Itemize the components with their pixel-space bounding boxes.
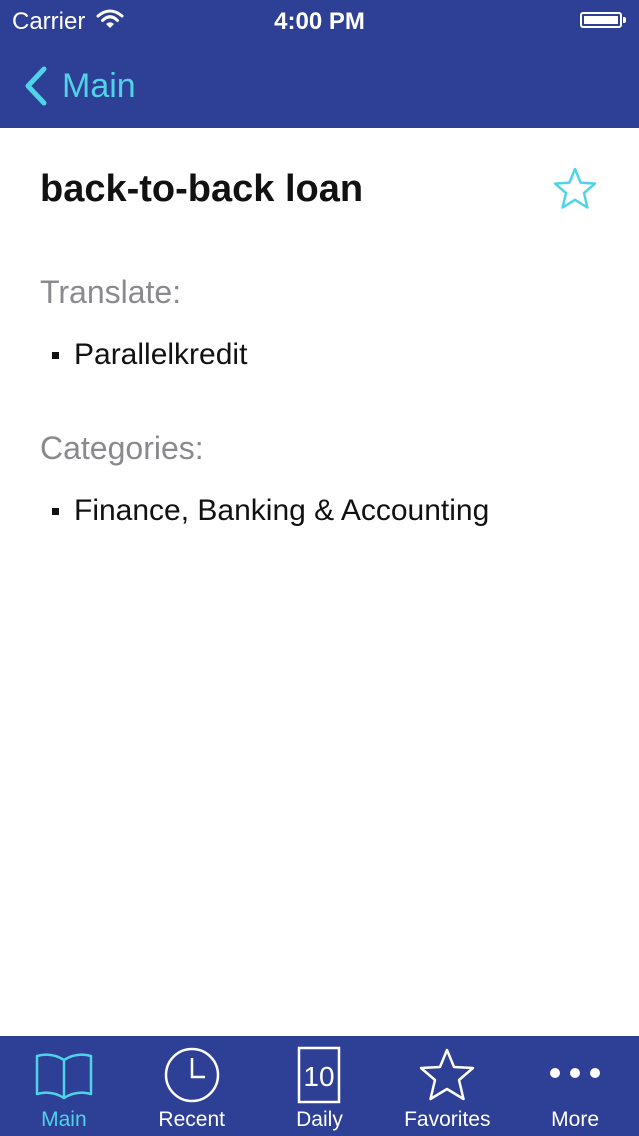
back-button-label: Main (62, 66, 136, 105)
category-item: Finance, Banking & Accounting (40, 494, 489, 528)
tab-label: Main (41, 1108, 87, 1131)
translation-text: Parallelkredit (74, 338, 248, 371)
entry-term: back-to-back loan (40, 168, 364, 210)
favorite-star-icon[interactable] (552, 166, 598, 212)
calendar-day: 10 (304, 1061, 335, 1092)
tab-label: Favorites (404, 1108, 491, 1131)
more-icon (550, 1068, 601, 1078)
status-bar: Carrier 4:00 PM (0, 0, 639, 42)
battery-icon (580, 12, 626, 28)
navigation-bar: Carrier 4:00 PM Main (0, 0, 639, 128)
status-time: 4:00 PM (274, 8, 365, 35)
tab-daily[interactable]: 10 Daily (256, 1036, 384, 1136)
calendar-icon: 10 (298, 1046, 341, 1104)
book-icon (35, 1053, 93, 1100)
categories-section-title: Categories: (40, 430, 204, 466)
tab-more[interactable]: More (511, 1036, 639, 1136)
chevron-left-icon (25, 66, 47, 106)
tab-recent[interactable]: Recent (128, 1036, 256, 1136)
tab-favorites[interactable]: Favorites (383, 1036, 511, 1136)
tab-label: Recent (158, 1108, 225, 1131)
tab-label: More (551, 1108, 600, 1131)
bullet (52, 351, 59, 359)
clock-icon (164, 1047, 219, 1103)
tab-bar: Main Recent 10 Daily Favorites More (0, 1036, 639, 1136)
tab-main[interactable]: Main (0, 1036, 128, 1136)
translate-section-title: Translate: (40, 274, 182, 310)
back-button[interactable]: Main (22, 62, 136, 110)
bullet (52, 507, 59, 515)
tab-label: Daily (296, 1108, 343, 1131)
category-text: Finance, Banking & Accounting (74, 494, 490, 527)
translation-item: Parallelkredit (40, 338, 247, 372)
star-icon (420, 1048, 475, 1101)
